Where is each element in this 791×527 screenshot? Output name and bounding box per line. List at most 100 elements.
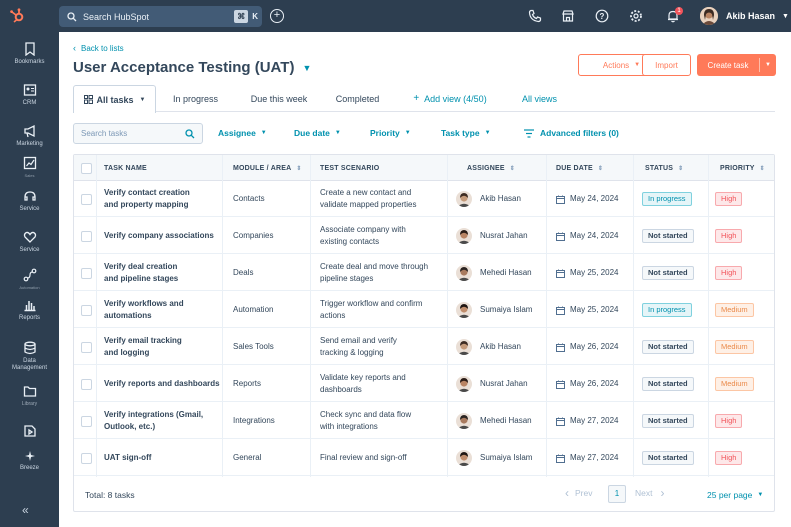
row-checkbox[interactable] (81, 440, 92, 476)
column-module[interactable]: MODULE / AREA ⇕ (233, 155, 302, 181)
row-checkbox[interactable] (81, 329, 92, 365)
next-page-button[interactable]: Next › (635, 486, 664, 500)
row-checkbox[interactable] (81, 255, 92, 291)
table-row[interactable]: Verify contact creation and property mapp… (74, 181, 774, 217)
sidebar-item-marketing[interactable]: Marketing (0, 124, 59, 147)
priority-cell[interactable]: Medium (715, 366, 754, 402)
task-name-cell[interactable]: Verify integrations (Gmail, Outlook, etc.… (104, 403, 222, 439)
column-task-name[interactable]: TASK NAME (104, 155, 147, 181)
row-checkbox[interactable] (81, 218, 92, 254)
assignee-cell[interactable]: Mehedi Hasan (456, 403, 532, 439)
task-type-filter[interactable]: Task type ▼ (441, 128, 491, 138)
row-checkbox[interactable] (81, 181, 92, 217)
hubspot-logo-icon[interactable] (0, 0, 34, 32)
assignee-cell[interactable]: Sumaiya Islam (456, 440, 532, 476)
current-page[interactable]: 1 (608, 485, 626, 503)
assignee-filter[interactable]: Assignee ▼ (218, 128, 267, 138)
create-new-icon[interactable]: + (270, 9, 284, 23)
assignee-cell[interactable]: Mehedi Hasan (456, 255, 532, 291)
task-name-cell[interactable]: Verify contact creation and property mapp… (104, 181, 222, 217)
column-assignee[interactable]: ASSIGNEE ⇕ (467, 155, 515, 181)
tab-in-progress[interactable]: In progress (164, 85, 227, 112)
table-row[interactable]: Verify integrations (Gmail, Outlook, etc.… (74, 403, 774, 439)
priority-cell[interactable]: High (715, 181, 743, 217)
priority-cell[interactable]: High (715, 218, 743, 254)
row-checkbox[interactable] (81, 292, 92, 328)
sidebar-item-breeze[interactable]: Breeze (0, 450, 59, 471)
settings-gear-icon[interactable] (629, 9, 643, 23)
due-date-filter[interactable]: Due date ▼ (294, 128, 341, 138)
chevron-down-icon: ▼ (139, 96, 146, 103)
table-row[interactable]: Verify company associations Companies Asso… (74, 218, 774, 254)
status-cell[interactable]: In progress (642, 181, 692, 217)
sidebar-item-data-management[interactable]: Data Management (0, 341, 59, 372)
add-view-button[interactable]: + Add view (4/50) (407, 85, 493, 112)
table-row[interactable]: Verify deal creation and pipeline stages D… (74, 255, 774, 291)
priority-cell[interactable]: Medium (715, 329, 754, 365)
status-cell[interactable]: In progress (642, 292, 692, 328)
help-icon[interactable]: ? (595, 9, 609, 23)
sidebar-item-sales[interactable]: Sales (0, 156, 59, 179)
assignee-cell[interactable]: Akib Hasan (456, 181, 521, 217)
search-tasks-input[interactable]: Search tasks (73, 123, 203, 144)
task-name-cell[interactable]: Verify company associations (104, 218, 222, 254)
global-search-input[interactable]: Search HubSpot ⌘ K (59, 6, 262, 27)
status-cell[interactable]: Not started (642, 218, 694, 254)
sidebar-item-bookmarks[interactable]: Bookmarks (0, 42, 59, 65)
tab-due-this-week[interactable]: Due this week (244, 85, 314, 112)
assignee-cell[interactable]: Nusrat Jahan (456, 366, 528, 402)
status-cell[interactable]: Not started (642, 255, 694, 291)
select-all-checkbox[interactable] (81, 155, 92, 181)
task-name-cell[interactable]: Verify workflows and automations (104, 292, 222, 328)
page-title[interactable]: User Acceptance Testing (UAT) ▼ (73, 59, 311, 76)
all-views-link[interactable]: All views (512, 85, 567, 112)
row-checkbox[interactable] (81, 366, 92, 402)
task-name-cell[interactable]: Verify email tracking and logging (104, 329, 222, 365)
status-cell[interactable]: Not started (642, 329, 694, 365)
sidebar-item-files[interactable] (0, 424, 59, 441)
sidebar-item-service-heart[interactable]: Service (0, 230, 59, 253)
status-cell[interactable]: Not started (642, 366, 694, 402)
column-test-scenario[interactable]: TEST SCENARIO (320, 155, 379, 181)
chevron-down-icon[interactable]: ▼ (760, 62, 776, 68)
user-menu[interactable]: Akib Hasan ▼ (700, 7, 789, 25)
priority-cell[interactable]: Medium (715, 292, 754, 328)
marketplace-icon[interactable] (561, 9, 575, 23)
tab-completed[interactable]: Completed (329, 85, 386, 112)
column-status[interactable]: STATUS ⇕ (645, 155, 683, 181)
advanced-filters-button[interactable]: Advanced filters (0) (524, 128, 619, 138)
assignee-cell[interactable]: Nusrat Jahan (456, 218, 528, 254)
status-cell[interactable]: Not started (642, 403, 694, 439)
priority-cell[interactable]: High (715, 440, 743, 476)
priority-cell[interactable]: High (715, 255, 743, 291)
phone-icon[interactable] (528, 9, 542, 23)
column-priority[interactable]: PRIORITY ⇕ (720, 155, 765, 181)
task-name-cell[interactable]: Verify deal creation and pipeline stages (104, 255, 222, 291)
sidebar-item-service[interactable]: Service (0, 189, 59, 212)
per-page-selector[interactable]: 25 per page ▼ (707, 490, 763, 500)
assignee-cell[interactable]: Akib Hasan (456, 329, 521, 365)
prev-page-button[interactable]: ‹ Prev (565, 486, 592, 500)
column-due-date[interactable]: DUE DATE ⇕ (556, 155, 603, 181)
table-row[interactable]: UAT sign-off General Final review and sign… (74, 440, 774, 476)
create-task-button[interactable]: Create task ▼ (697, 54, 776, 76)
import-button[interactable]: Import (642, 54, 691, 76)
sidebar-item-crm[interactable]: CRM (0, 83, 59, 106)
task-name-cell[interactable]: UAT sign-off (104, 440, 222, 476)
table-row[interactable]: Verify email tracking and logging Sales To… (74, 329, 774, 365)
table-row[interactable]: Verify reports and dashboards Reports Vali… (74, 366, 774, 402)
collapse-sidebar-icon[interactable]: « (22, 503, 29, 517)
priority-filter[interactable]: Priority ▼ (370, 128, 411, 138)
sidebar-item-automation[interactable]: Automation (0, 268, 59, 291)
sort-icon: ⇕ (509, 165, 516, 172)
row-checkbox[interactable] (81, 403, 92, 439)
sidebar-item-library[interactable]: Library (0, 384, 59, 407)
status-cell[interactable]: Not started (642, 440, 694, 476)
task-name-cell[interactable]: Verify reports and dashboards (104, 366, 222, 402)
assignee-cell[interactable]: Sumaiya Islam (456, 292, 532, 328)
sidebar-item-reports[interactable]: Reports (0, 298, 59, 321)
priority-cell[interactable]: High (715, 403, 743, 439)
tab-all-tasks[interactable]: All tasks ▼ (73, 85, 156, 113)
back-to-lists-link[interactable]: ‹ Back to lists (73, 43, 124, 53)
table-row[interactable]: Verify workflows and automations Automatio… (74, 292, 774, 328)
